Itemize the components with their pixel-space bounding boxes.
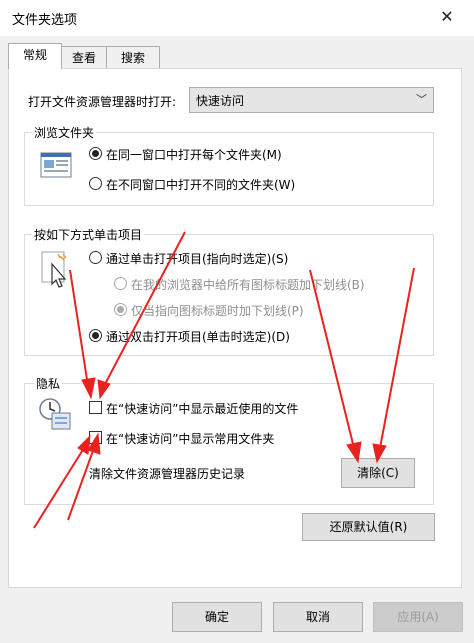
tab-general[interactable]: 常规	[8, 43, 62, 69]
checkbox-frequent-folders-label[interactable]: 在“快速访问”中显示常用文件夹	[106, 430, 274, 447]
radio-underline-all[interactable]	[114, 277, 127, 290]
clear-history-label: 清除文件资源管理器历史记录	[89, 467, 246, 481]
cancel-button[interactable]: 取消	[273, 602, 363, 632]
radio-double-click[interactable]	[89, 329, 102, 342]
apply-button[interactable]: 应用(A)	[373, 602, 463, 632]
browse-folders-title: 浏览文件夹	[32, 124, 97, 141]
checkbox-recent-files-label[interactable]: 在“快速访问”中显示最近使用的文件	[106, 400, 298, 417]
chevron-down-icon: ﹀	[416, 93, 427, 106]
radio-same-window[interactable]	[89, 147, 102, 160]
radio-single-click[interactable]	[89, 251, 102, 264]
open-explorer-label: 打开文件资源管理器时打开:	[28, 95, 177, 109]
checkbox-recent-files[interactable]	[89, 401, 102, 414]
ok-button[interactable]: 确定	[172, 602, 262, 632]
close-button[interactable]: ✕	[432, 4, 462, 30]
window-title: 文件夹选项	[12, 13, 78, 28]
radio-double-click-label[interactable]: 通过双击打开项目(单击时选定)(D)	[106, 328, 290, 345]
pointer-click-icon	[41, 251, 67, 288]
radio-underline-all-label[interactable]: 在我的浏览器中给所有图标标题加下划线(B)	[131, 276, 365, 293]
radio-underline-point[interactable]	[114, 303, 127, 316]
browse-folders-group	[24, 132, 434, 206]
tab-search[interactable]: 搜索	[106, 46, 160, 69]
restore-defaults-button[interactable]: 还原默认值(R)	[302, 513, 435, 541]
radio-single-click-label[interactable]: 通过单击打开项目(指向时选定)(S)	[106, 250, 288, 267]
clear-button[interactable]: 清除(C)	[341, 458, 415, 488]
privacy-clock-icon	[39, 398, 71, 430]
radio-new-window-label[interactable]: 在不同窗口中打开不同的文件夹(W)	[106, 176, 295, 193]
open-explorer-select-value: 快速访问	[196, 94, 245, 108]
checkbox-frequent-folders[interactable]	[89, 431, 102, 444]
radio-underline-point-label[interactable]: 仅当指向图标标题时加下划线(P)	[131, 302, 304, 319]
folder-window-icon	[40, 152, 72, 178]
open-explorer-select[interactable]: 快速访问 ﹀	[189, 87, 434, 113]
privacy-title: 隐私	[34, 375, 63, 392]
click-items-title: 按如下方式单击项目	[32, 226, 145, 243]
radio-same-window-label[interactable]: 在同一窗口中打开每个文件夹(M)	[106, 146, 282, 163]
radio-new-window[interactable]	[89, 177, 102, 190]
tab-view[interactable]: 查看	[60, 46, 108, 69]
